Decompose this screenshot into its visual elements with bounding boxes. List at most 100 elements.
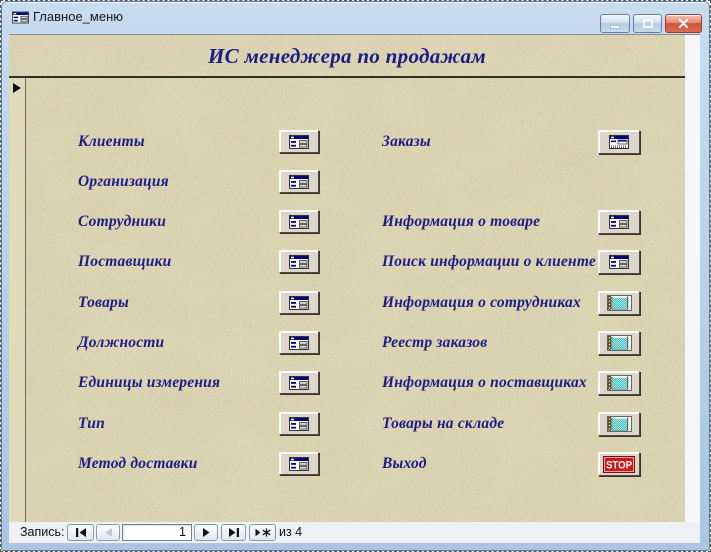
menu-row: Клиенты: [78, 129, 324, 155]
form-subform-icon: [609, 135, 629, 149]
form-surface: ИС менеджера по продажам Клиенты Организ…: [9, 35, 685, 522]
open-report-button[interactable]: [598, 412, 640, 436]
open-subform-button[interactable]: [598, 130, 640, 154]
form-icon: [289, 416, 309, 431]
menu-row: Заказы: [382, 129, 644, 155]
menu-label: Заказы: [382, 133, 431, 150]
menu-label: Информация о товаре: [382, 213, 541, 230]
menu-row: Выход STOP: [382, 451, 644, 477]
first-record-button[interactable]: [67, 524, 94, 541]
menu-label: Единицы измерения: [78, 374, 221, 391]
close-icon: [678, 19, 689, 28]
open-form-button[interactable]: [279, 331, 319, 354]
form-icon: [289, 375, 309, 390]
menu-row: Метод доставки: [78, 451, 324, 477]
form-icon: [289, 214, 309, 229]
open-form-button[interactable]: [279, 291, 319, 314]
minimize-button[interactable]: [600, 14, 630, 33]
next-record-button[interactable]: [194, 524, 218, 541]
parchment-texture: [9, 35, 685, 522]
menu-row: Поставщики: [78, 249, 324, 275]
previous-record-button[interactable]: [96, 524, 120, 541]
current-record-input[interactable]: 1: [122, 524, 192, 541]
window-title: Главное_меню: [33, 9, 123, 24]
menu-label: Должности: [78, 334, 165, 351]
header-separator: [9, 76, 685, 78]
form-icon: [289, 456, 309, 471]
window-form-icon: [12, 11, 29, 24]
menu-row: Должности: [78, 330, 324, 356]
menu-row: Информация о товаре: [382, 209, 644, 235]
close-button[interactable]: [665, 14, 702, 33]
new-record-icon: [255, 528, 271, 537]
open-form-button[interactable]: [279, 130, 319, 153]
menu-row: Организация: [78, 169, 324, 195]
report-icon: [606, 335, 632, 351]
screenshot-root: Главное_меню ИС менеджера по продажам Кл…: [0, 0, 711, 552]
first-record-icon: [75, 528, 86, 537]
new-record-button[interactable]: [249, 524, 276, 541]
menu-label: Тип: [78, 415, 105, 432]
form-icon: [609, 255, 629, 269]
menu-label: Выход: [382, 455, 427, 472]
record-label: Запись:: [20, 525, 65, 539]
restore-button[interactable]: [633, 14, 662, 33]
menu-row: Информация о поставщиках: [382, 370, 644, 396]
stop-icon: STOP: [603, 455, 635, 473]
report-icon: [606, 375, 632, 391]
menu-row: Реестр заказов: [382, 330, 644, 356]
window-titlebar[interactable]: Главное_меню: [2, 2, 709, 34]
form-icon: [289, 174, 309, 189]
open-form-button[interactable]: [279, 250, 319, 273]
restore-icon: [642, 19, 653, 28]
menu-row: Сотрудники: [78, 209, 324, 235]
form-icon: [289, 134, 309, 149]
open-form-button[interactable]: [598, 250, 640, 274]
report-icon: [606, 295, 632, 311]
menu-row: Тип: [78, 411, 324, 437]
record-count-text: из 4: [279, 525, 303, 539]
record-selector-bar[interactable]: [9, 78, 26, 522]
menu-label: Поставщики: [78, 253, 172, 270]
previous-record-icon: [105, 528, 112, 537]
record-navigation-bar: Запись: 1 из 4: [9, 522, 700, 543]
form-title: ИС менеджера по продажам: [207, 44, 486, 68]
open-form-button[interactable]: [279, 210, 319, 233]
last-record-icon: [228, 528, 239, 537]
open-report-button[interactable]: [598, 331, 640, 355]
form-icon: [289, 254, 309, 269]
menu-label: Информация о сотрудниках: [382, 294, 581, 311]
menu-label: Сотрудники: [78, 213, 167, 230]
menu-label: Поиск информации о клиенте: [382, 253, 596, 270]
menu-label: Реестр заказов: [382, 334, 488, 351]
menu-row: Информация о сотрудниках: [382, 290, 644, 316]
menu-row: Товары: [78, 290, 324, 316]
form-client-area: ИС менеджера по продажам Клиенты Организ…: [9, 34, 700, 543]
form-icon: [289, 295, 309, 310]
menu-label: Товары на складе: [382, 415, 505, 432]
menu-row: Единицы измерения: [78, 370, 324, 396]
menu-label: Метод доставки: [78, 455, 198, 472]
window-controls: [600, 14, 702, 33]
open-report-button[interactable]: [598, 371, 640, 395]
report-icon: [606, 416, 632, 432]
menu-row: Поиск информации о клиенте: [382, 249, 644, 275]
access-form-window: Главное_меню ИС менеджера по продажам Кл…: [1, 1, 710, 551]
open-form-button[interactable]: [279, 452, 319, 475]
open-report-button[interactable]: [598, 291, 640, 315]
open-form-button[interactable]: [279, 170, 319, 193]
menu-row: Товары на складе: [382, 411, 644, 437]
open-form-button[interactable]: [279, 371, 319, 394]
form-icon: [609, 215, 629, 229]
minimize-icon: [610, 24, 620, 29]
exit-button[interactable]: STOP: [598, 452, 640, 476]
form-icon: [289, 335, 309, 350]
next-record-icon: [202, 528, 209, 537]
menu-label: Товары: [78, 294, 129, 311]
open-form-button[interactable]: [279, 412, 319, 435]
open-form-button[interactable]: [598, 210, 640, 234]
menu-label: Клиенты: [78, 133, 145, 150]
current-record-arrow-icon: [13, 83, 21, 93]
last-record-button[interactable]: [221, 524, 246, 541]
menu-label: Организация: [78, 173, 169, 190]
